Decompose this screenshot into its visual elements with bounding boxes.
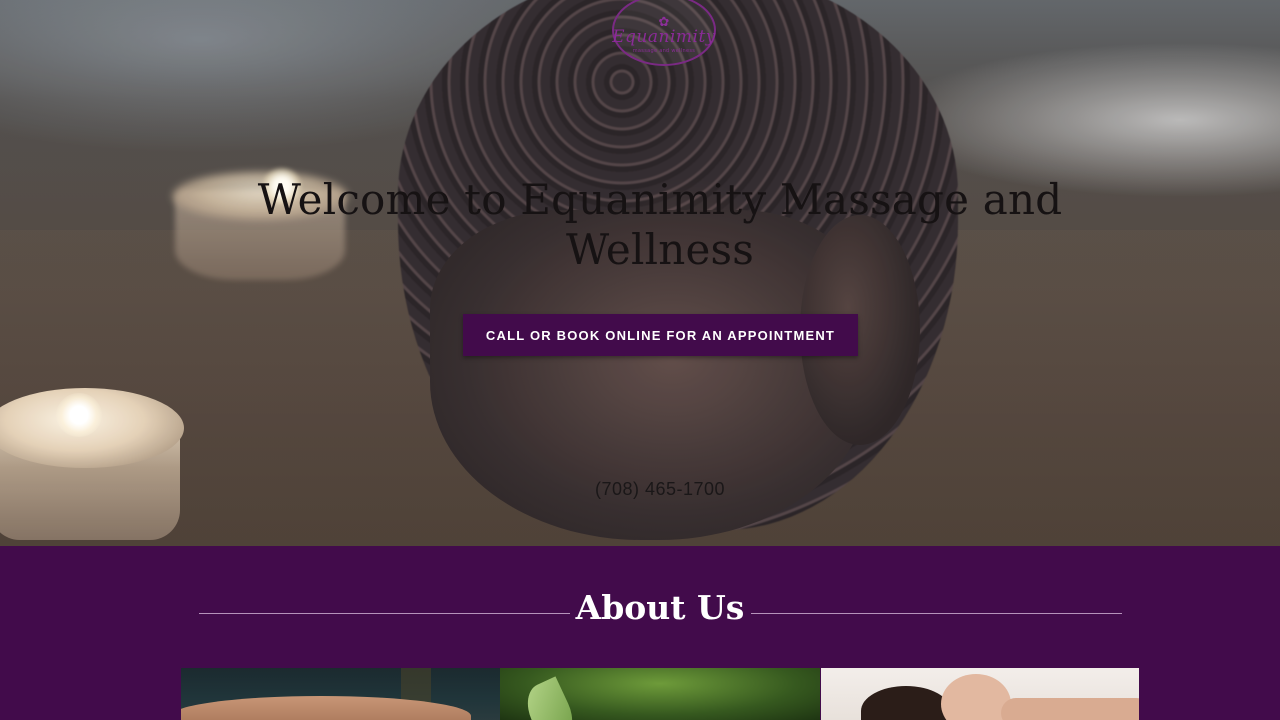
hero-section: ✿ Equanimity massage and wellness Welcom… — [0, 0, 1280, 546]
logo-tagline: massage and wellness — [632, 48, 696, 54]
about-section: About Us — [0, 546, 1280, 720]
phone-link[interactable]: (708) 465-1700 — [560, 479, 760, 500]
about-heading: About Us — [575, 588, 745, 627]
massage-hands-photo — [181, 668, 500, 720]
divider-right — [751, 613, 1122, 614]
relaxing-woman-photo — [821, 668, 1139, 720]
book-appointment-button[interactable]: CALL OR BOOK ONLINE FOR AN APPOINTMENT — [463, 314, 858, 356]
hero-heading: Welcome to Equanimity Massage and Wellne… — [257, 175, 1063, 274]
green-leaves-photo — [500, 668, 820, 720]
logo-name: Equanimity — [612, 27, 716, 47]
divider-left — [199, 613, 570, 614]
